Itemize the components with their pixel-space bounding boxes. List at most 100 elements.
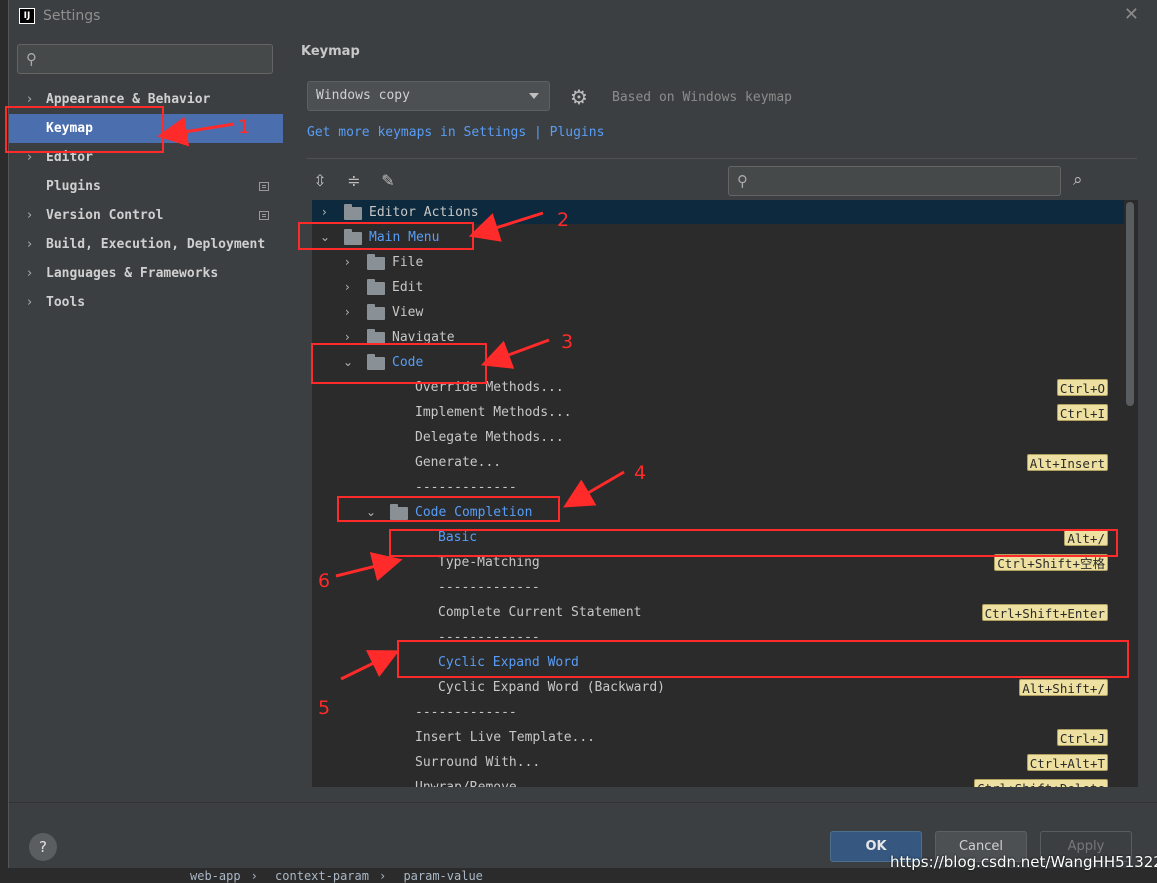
tree-row-basic[interactable]: Basic Alt+/ xyxy=(312,525,1124,550)
project-settings-icon xyxy=(259,211,269,220)
shortcut-badge: Alt+Insert xyxy=(1026,454,1108,471)
help-icon[interactable]: ? xyxy=(29,833,57,861)
chevron-right-icon: › xyxy=(27,237,33,252)
chevron-right-icon[interactable]: › xyxy=(345,300,350,325)
tree-row-separator: ------------- xyxy=(415,480,517,495)
expand-all-icon[interactable]: ⇳ xyxy=(309,170,331,192)
annotation-number: 2 xyxy=(557,209,570,231)
shortcut-badge: Ctrl+Shift+Enter xyxy=(981,604,1108,621)
crumb-item: context-param xyxy=(275,869,369,883)
project-settings-icon xyxy=(259,182,269,191)
annotation-number: 4 xyxy=(634,462,647,484)
folder-icon xyxy=(367,304,385,320)
chevron-right-icon: › xyxy=(27,150,33,165)
sidebar-item-version-control[interactable]: › Version Control xyxy=(9,201,283,230)
settings-search-input[interactable]: ⚲ xyxy=(17,44,273,74)
shortcut-badge: Ctrl+Alt+T xyxy=(1026,754,1108,771)
search-icon: ⚲ xyxy=(26,50,37,68)
tree-row-override-methods[interactable]: Override Methods... Ctrl+O xyxy=(312,375,1124,400)
chevron-right-icon[interactable]: › xyxy=(345,275,350,300)
tree-row-main-menu[interactable]: ⌄ Main Menu xyxy=(312,225,1124,250)
folder-icon xyxy=(344,204,362,220)
menu-folder-icon xyxy=(344,229,362,245)
tree-row-code[interactable]: ⌄ Code xyxy=(312,350,1124,375)
shortcut-badge: Ctrl+Shift+空格 xyxy=(994,554,1108,571)
chevron-right-icon[interactable]: › xyxy=(345,325,350,350)
chevron-right-icon: › xyxy=(27,92,33,107)
tree-row-separator: ------------- xyxy=(415,705,517,720)
crumb-item: param-value xyxy=(403,869,483,883)
folder-icon xyxy=(390,504,408,520)
page-title: Keymap xyxy=(301,44,360,59)
settings-dialog: IJ Settings ✕ ⚲ › Appearance & Behavior … xyxy=(8,0,1157,868)
collapse-all-icon[interactable]: ≑ xyxy=(343,170,365,192)
chevron-right-icon: › xyxy=(27,208,33,223)
tree-row-cyclic-expand-backward[interactable]: Cyclic Expand Word (Backward) Alt+Shift+… xyxy=(312,675,1124,700)
shortcut-badge: Ctrl+O xyxy=(1056,379,1108,396)
window-title: Settings xyxy=(43,8,101,24)
settings-sidebar: ⚲ › Appearance & Behavior Keymap › Edito… xyxy=(9,32,283,802)
chevron-right-icon[interactable]: › xyxy=(345,250,350,275)
divider xyxy=(307,158,1137,159)
sidebar-item-tools[interactable]: › Tools xyxy=(9,288,283,317)
chevron-right-icon[interactable]: › xyxy=(322,200,327,225)
keymap-panel: Keymap Windows copy ⚙ Based on Windows k… xyxy=(283,32,1157,802)
keymap-select-value: Windows copy xyxy=(316,88,410,103)
annotation-number: 5 xyxy=(318,697,331,719)
background-editor-edge xyxy=(0,0,8,883)
tree-row-insert-live-template[interactable]: Insert Live Template... Ctrl+J xyxy=(312,725,1124,750)
sidebar-item-build[interactable]: › Build, Execution, Deployment xyxy=(9,230,283,259)
title-bar: IJ Settings ✕ xyxy=(9,0,1157,32)
tree-row-edit[interactable]: › Edit xyxy=(312,275,1124,300)
more-keymaps-link[interactable]: Get more keymaps in Settings | Plugins xyxy=(307,125,604,140)
intellij-logo-icon: IJ xyxy=(19,8,35,24)
shortcut-badge: Alt+/ xyxy=(1064,529,1108,546)
find-shortcut-icon[interactable]: ⌕ xyxy=(1073,170,1083,190)
folder-icon xyxy=(367,354,385,370)
keymap-action-tree: › Editor Actions ⌄ Main Menu › File › Ed… xyxy=(312,200,1138,787)
search-icon: ⚲ xyxy=(737,172,748,190)
gear-icon[interactable]: ⚙ xyxy=(570,85,588,109)
shortcut-badge: Ctrl+Shift+Delete xyxy=(974,779,1108,787)
tree-row-separator: ------------- xyxy=(438,630,540,645)
annotation-number: 3 xyxy=(561,331,574,353)
tree-row-delegate-methods[interactable]: Delegate Methods... xyxy=(312,425,1124,450)
close-icon[interactable]: ✕ xyxy=(1124,4,1139,25)
chevron-down-icon[interactable]: ⌄ xyxy=(366,500,376,525)
tree-row-code-completion[interactable]: ⌄ Code Completion xyxy=(312,500,1124,525)
tree-row-unwrap-remove[interactable]: Unwrap/Remove... Ctrl+Shift+Delete xyxy=(312,775,1124,787)
tree-row-type-matching[interactable]: Type-Matching Ctrl+Shift+空格 xyxy=(312,550,1124,575)
watermark: https://blog.csdn.net/WangHH51322 xyxy=(890,853,1157,871)
sidebar-item-plugins[interactable]: Plugins xyxy=(9,172,283,201)
shortcut-badge: Ctrl+J xyxy=(1056,729,1108,746)
edit-icon[interactable]: ✎ xyxy=(377,170,399,192)
tree-row-complete-statement[interactable]: Complete Current Statement Ctrl+Shift+En… xyxy=(312,600,1124,625)
folder-icon xyxy=(367,254,385,270)
tree-row-cyclic-expand-word[interactable]: Cyclic Expand Word xyxy=(312,650,1124,675)
background-breadcrumb: web-app › context-param › param-value xyxy=(190,869,483,883)
shortcut-badge: Alt+Shift+/ xyxy=(1019,679,1108,696)
based-on-label: Based on Windows keymap xyxy=(612,90,793,105)
tree-row-file[interactable]: › File xyxy=(312,250,1124,275)
chevron-down-icon xyxy=(529,93,539,99)
sidebar-item-editor[interactable]: › Editor xyxy=(9,143,283,172)
tree-row-separator: ------------- xyxy=(438,580,540,595)
shortcut-badge: Ctrl+I xyxy=(1056,404,1108,421)
tree-row-navigate[interactable]: › Navigate xyxy=(312,325,1124,350)
tree-scrollbar[interactable] xyxy=(1126,202,1134,406)
folder-icon xyxy=(367,279,385,295)
crumb-item: web-app xyxy=(190,869,241,883)
sidebar-item-appearance[interactable]: › Appearance & Behavior xyxy=(9,85,283,114)
tree-row-view[interactable]: › View xyxy=(312,300,1124,325)
sidebar-item-languages[interactable]: › Languages & Frameworks xyxy=(9,259,283,288)
keymap-select[interactable]: Windows copy xyxy=(307,81,550,111)
folder-icon xyxy=(367,329,385,345)
chevron-down-icon[interactable]: ⌄ xyxy=(343,350,353,375)
tree-row-surround-with[interactable]: Surround With... Ctrl+Alt+T xyxy=(312,750,1124,775)
annotation-number: 6 xyxy=(318,570,331,592)
tree-row-editor-actions[interactable]: › Editor Actions xyxy=(312,200,1124,225)
keymap-search-input[interactable]: ⚲ xyxy=(728,166,1061,196)
tree-row-generate[interactable]: Generate... Alt+Insert xyxy=(312,450,1124,475)
tree-row-implement-methods[interactable]: Implement Methods... Ctrl+I xyxy=(312,400,1124,425)
chevron-down-icon[interactable]: ⌄ xyxy=(320,225,330,250)
